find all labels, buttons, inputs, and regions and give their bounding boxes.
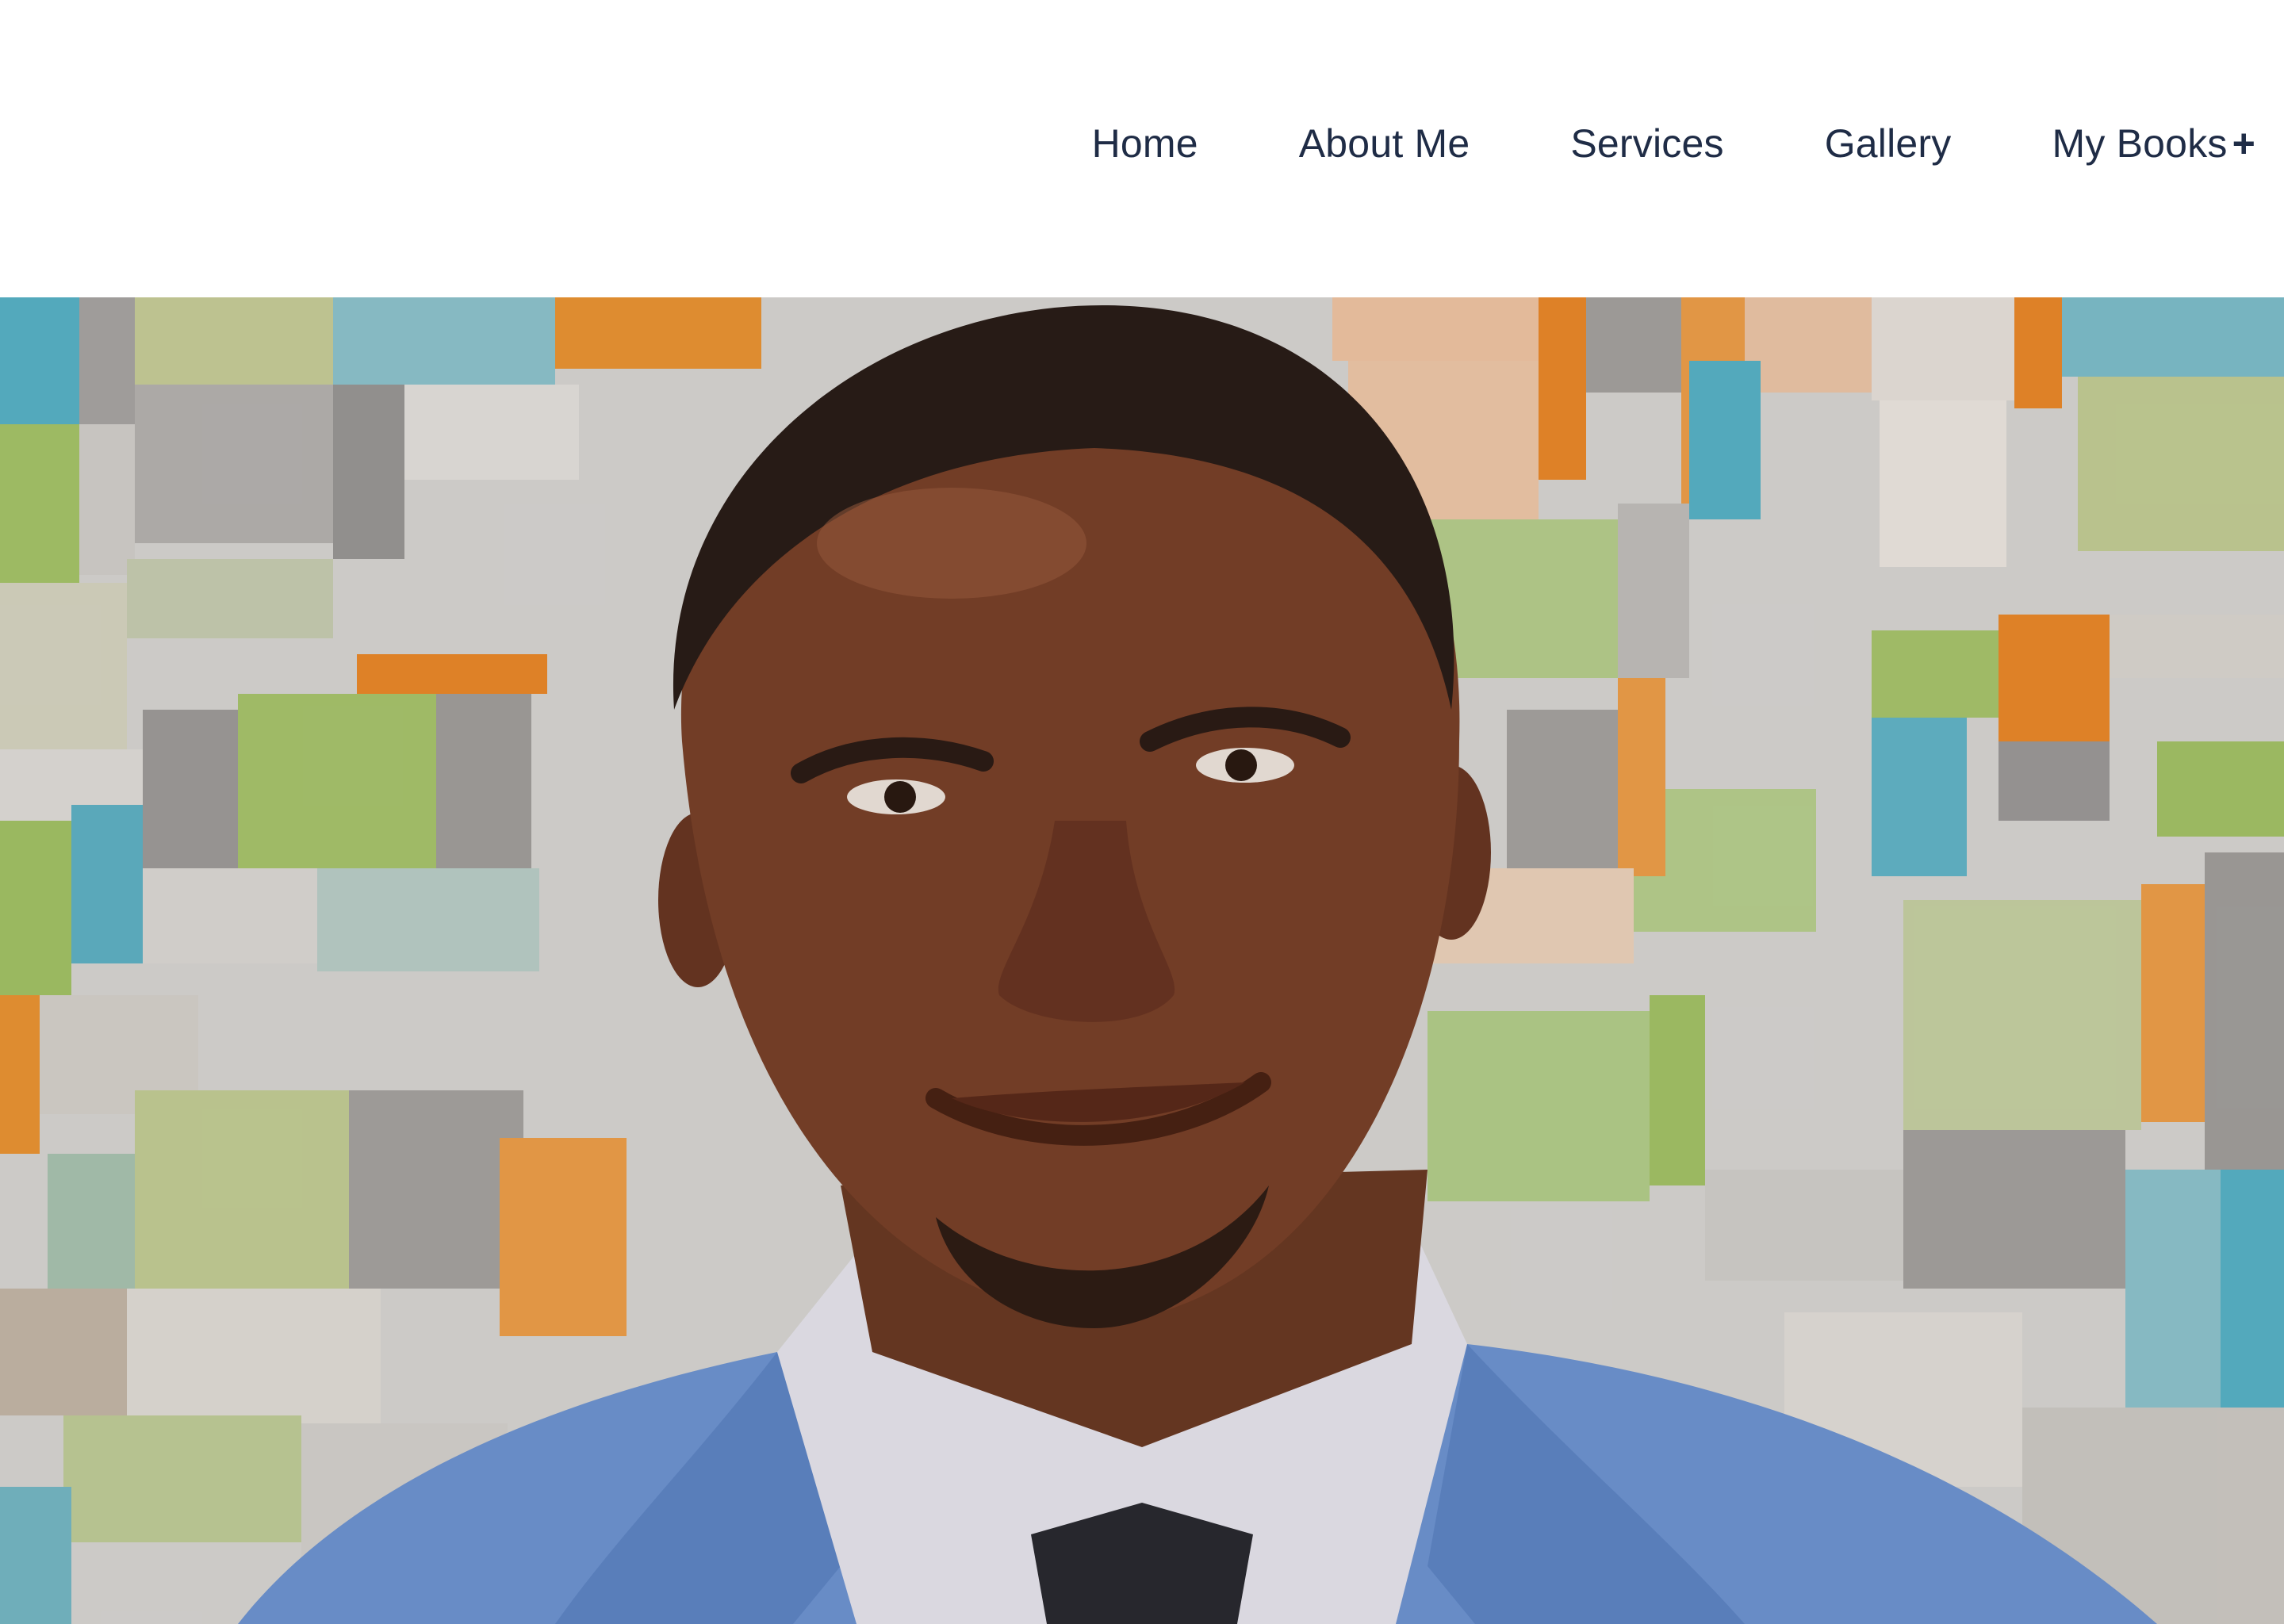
nav-item-services[interactable]: Services [1570, 115, 1723, 172]
nav-item-label: Home [1091, 121, 1198, 166]
nav-item-label: My Books [2052, 121, 2228, 166]
nav-item-label: Services [1570, 121, 1724, 166]
main-navigation: Home About Me Services Gallery My Books … [1092, 115, 2255, 172]
nav-item-gallery[interactable]: Gallery [1825, 115, 1952, 172]
site-header: Home About Me Services Gallery My Books … [0, 0, 2284, 297]
nav-item-home[interactable]: Home [1092, 115, 1198, 172]
hero-portrait-image [0, 297, 2284, 1624]
portrait-photo [0, 297, 2284, 1624]
nav-item-label: About Me [1298, 121, 1470, 166]
nav-item-label: Gallery [1824, 121, 1952, 166]
nav-item-my-books[interactable]: My Books + [2052, 115, 2255, 172]
submenu-plus-icon[interactable]: + [2232, 115, 2255, 172]
nav-item-about-me[interactable]: About Me [1299, 115, 1470, 172]
